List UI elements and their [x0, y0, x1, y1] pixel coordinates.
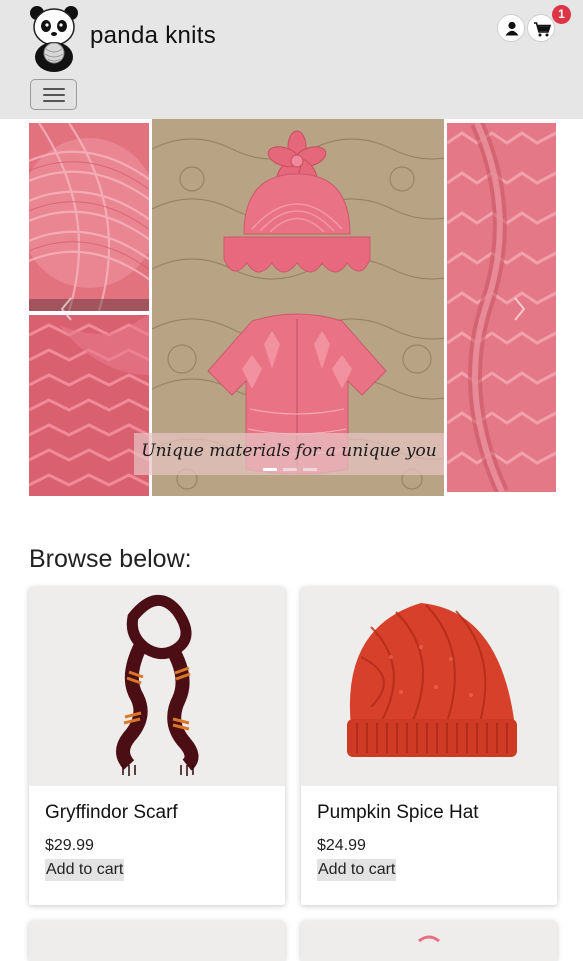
cart-count-badge: 1 — [552, 5, 571, 24]
browse-heading: Browse below: — [29, 545, 192, 573]
product-name[interactable]: Pumpkin Spice Hat — [317, 802, 479, 824]
carousel-indicator-1[interactable] — [263, 468, 277, 471]
user-icon — [505, 21, 519, 36]
product-card-2[interactable]: Pumpkin Spice Hat $24.99 Add to cart — [301, 587, 557, 905]
menu-toggle-button[interactable] — [30, 79, 77, 110]
product-thumbnail-icon — [418, 935, 440, 943]
product-price: $29.99 — [45, 837, 94, 854]
product-price: $24.99 — [317, 837, 366, 854]
carousel-indicator-2[interactable] — [283, 468, 297, 471]
brand-name[interactable]: panda knits — [90, 22, 216, 50]
product-image[interactable] — [301, 587, 557, 786]
carousel-prev-icon[interactable] — [57, 294, 77, 324]
add-to-cart-button[interactable]: Add to cart — [45, 859, 125, 881]
product-card-4[interactable] — [301, 921, 557, 961]
product-name[interactable]: Gryffindor Scarf — [45, 802, 178, 824]
navbar: panda knits 1 — [0, 0, 583, 119]
carousel-indicator-3[interactable] — [303, 468, 317, 471]
cable-knit-image — [447, 123, 556, 492]
cart-icon — [534, 22, 552, 37]
hat-image — [347, 603, 517, 757]
hero-carousel[interactable]: Unique materials for a unique you — [29, 119, 556, 496]
product-image[interactable] — [301, 921, 557, 961]
panda-logo-icon[interactable] — [28, 3, 80, 73]
carousel-indicators — [263, 468, 323, 472]
product-card-3[interactable] — [29, 921, 285, 961]
product-image[interactable] — [29, 587, 285, 786]
knit-edge-image — [29, 315, 149, 496]
cart-button[interactable] — [527, 14, 555, 42]
carousel-next-icon[interactable] — [509, 294, 529, 324]
add-to-cart-button[interactable]: Add to cart — [317, 859, 397, 881]
product-card-1[interactable]: Gryffindor Scarf $29.99 Add to cart — [29, 587, 285, 905]
scarf-image — [116, 595, 199, 776]
product-image[interactable] — [29, 921, 285, 961]
account-button[interactable] — [497, 14, 525, 42]
yarn-ball-image — [29, 123, 149, 311]
